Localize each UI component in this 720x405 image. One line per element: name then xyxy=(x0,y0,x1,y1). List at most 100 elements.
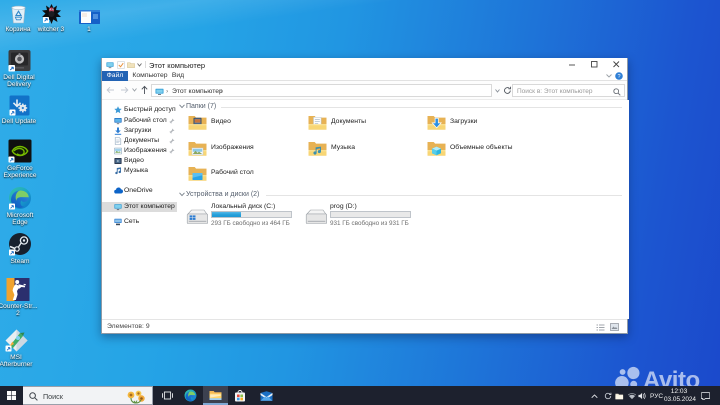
pin-icon xyxy=(169,148,175,154)
group-header-drives[interactable]: Устройства и диски (2) xyxy=(177,191,629,199)
folder-tile-documents[interactable]: Документы xyxy=(308,114,418,131)
desktop-icon-msi-afterburner[interactable]: MSI Afterburner xyxy=(0,329,40,368)
desktop-icon-dell-digital-delivery[interactable]: Dell Digital Delivery xyxy=(0,49,43,88)
sync-icon[interactable] xyxy=(604,392,612,400)
search-icon[interactable] xyxy=(613,88,621,96)
documents-icon xyxy=(114,137,122,145)
group-rule xyxy=(221,107,622,108)
clock[interactable]: 12:03 03.05.2024 xyxy=(664,388,696,404)
desktop-icon-label-group: Steam xyxy=(0,258,44,265)
nav-item-pictures[interactable]: Изображения xyxy=(102,146,177,156)
nav-item-documents[interactable]: Документы xyxy=(102,136,177,146)
qat-separator xyxy=(145,61,146,68)
desktop-icon-label: Afterburner xyxy=(0,361,33,368)
folder-tile-pictures[interactable]: Изображения xyxy=(188,140,298,157)
taskbar-store-button[interactable] xyxy=(228,386,251,405)
desktop-icon-label: GeForce xyxy=(7,165,33,172)
desktop-icon-label: Steam xyxy=(10,258,30,265)
taskbar-explorer-button[interactable] xyxy=(203,386,228,405)
maximize-button[interactable] xyxy=(583,58,605,71)
breadcrumb-separator[interactable]: › xyxy=(220,88,222,95)
qat-dropdown-icon[interactable] xyxy=(137,63,142,67)
breadcrumb-separator: › xyxy=(166,88,169,95)
taskbar-edge-button[interactable] xyxy=(179,386,202,405)
group-rule xyxy=(266,194,622,196)
desktop-icon-counter-strike-2[interactable]: Counter-Str... 2 xyxy=(0,278,42,317)
start-button[interactable] xyxy=(0,386,23,405)
up-icon[interactable] xyxy=(140,85,149,95)
downloads-icon xyxy=(114,127,122,135)
desktop-icon-label: Experience xyxy=(3,172,37,179)
nav-item-onedrive[interactable]: OneDrive xyxy=(102,186,177,196)
close-button[interactable] xyxy=(605,58,627,71)
drive-tile-d[interactable]: prog (D:) 931 ГБ свободно из 931 ГБ xyxy=(305,203,420,228)
details-view-icon[interactable] xyxy=(596,324,605,331)
hidden-icons-chevron-icon[interactable] xyxy=(591,393,598,399)
minimize-button[interactable] xyxy=(561,58,583,71)
desktop-icon-label-group: Microsoft Edge xyxy=(0,212,44,226)
desktop-icon-geforce-experience[interactable]: GeForce Experience xyxy=(0,139,44,179)
group-header-folders[interactable]: Папки (7) xyxy=(177,103,629,111)
back-icon[interactable] xyxy=(106,86,115,94)
desktop-icon-label: Counter-Str... xyxy=(0,303,38,310)
address-toolbar: › Этот компьютер › Поиск в: Этот компьют… xyxy=(102,81,627,100)
desktop-icon-label-group: 1 xyxy=(65,26,113,33)
desktop-icon-steam[interactable]: Steam xyxy=(0,232,44,265)
nav-item-this-pc[interactable]: Этот компьютер xyxy=(102,201,177,212)
language-indicator[interactable]: РУС xyxy=(650,393,663,400)
search-highlights-flowers-icon[interactable] xyxy=(125,389,147,404)
refresh-icon[interactable] xyxy=(503,86,512,95)
taskbar-mail-button[interactable] xyxy=(254,386,279,405)
folder-tile-downloads[interactable]: Загрузки xyxy=(427,114,537,131)
nav-item-quick-access[interactable]: Быстрый доступ xyxy=(102,105,177,115)
nav-item-music[interactable]: Музыка xyxy=(102,166,177,176)
folder-tile-desktop[interactable]: Рабочий стол xyxy=(188,165,298,182)
new-folder-icon[interactable] xyxy=(127,61,135,69)
drive-usage-bar xyxy=(330,211,411,218)
network-icon[interactable] xyxy=(628,392,636,400)
forward-icon[interactable] xyxy=(120,86,129,94)
recent-locations-icon[interactable] xyxy=(132,88,137,92)
desktop-icon-label-group: GeForce Experience xyxy=(0,165,44,179)
nav-item-network[interactable]: Сеть xyxy=(102,217,177,227)
nav-item-downloads[interactable]: Загрузки xyxy=(102,126,177,136)
folder-tile-music[interactable]: Музыка xyxy=(308,140,418,157)
files-area: Папки (7) Видео Документы Загрузки Изобр… xyxy=(177,100,629,319)
network-icon xyxy=(114,218,122,226)
folder-tile-videos[interactable]: Видео xyxy=(188,114,298,131)
3d-objects-folder-icon xyxy=(427,141,446,156)
volume-icon[interactable] xyxy=(638,392,646,400)
folder-tray-icon[interactable] xyxy=(615,393,624,400)
title-bar[interactable]: Этот компьютер xyxy=(102,58,627,71)
desktop-icon-label: Edge xyxy=(12,219,28,226)
taskbar-search-box[interactable]: Поиск xyxy=(23,386,153,405)
tab-computer[interactable]: Компьютер xyxy=(132,71,168,81)
folder-tile-3d-objects[interactable]: Объемные объекты xyxy=(427,140,547,157)
desktop-icon-label: MSI xyxy=(10,354,22,361)
collapse-group-icon[interactable] xyxy=(179,104,185,109)
nav-item-desktop[interactable]: Рабочий стол xyxy=(102,116,177,126)
taskbar: Поиск РУС 12:03 03.05.2024 xyxy=(0,386,720,405)
action-center-icon[interactable] xyxy=(701,391,710,401)
dell-digital-delivery-icon xyxy=(8,50,30,72)
search-box[interactable]: Поиск в: Этот компьютер xyxy=(512,84,625,97)
help-icon[interactable]: ? xyxy=(615,72,623,80)
drive-tile-c[interactable]: Локальный диск (C:) 293 ГБ свободно из 4… xyxy=(186,203,301,228)
desktop-icon-dell-update[interactable]: Dell Update xyxy=(0,95,43,125)
tab-view[interactable]: Вид xyxy=(168,71,188,81)
address-bar[interactable]: › Этот компьютер › xyxy=(151,84,492,97)
properties-icon[interactable] xyxy=(117,61,125,69)
tab-file[interactable]: Файл xyxy=(102,71,128,81)
expand-ribbon-icon[interactable] xyxy=(606,74,612,78)
desktop-icon xyxy=(114,117,122,124)
task-view-button[interactable] xyxy=(156,386,179,405)
desktop-icon-microsoft-edge[interactable]: Microsoft Edge xyxy=(0,186,44,226)
desktop-icon-file-1[interactable]: 1 xyxy=(65,10,113,33)
pin-icon xyxy=(169,138,175,144)
large-icons-view-icon[interactable] xyxy=(610,323,619,331)
address-dropdown-icon[interactable] xyxy=(495,88,500,93)
nav-item-videos[interactable]: Видео xyxy=(102,156,177,166)
collapse-group-icon[interactable] xyxy=(179,192,185,197)
onedrive-cloud-icon xyxy=(114,187,123,194)
breadcrumb[interactable]: Этот компьютер xyxy=(172,88,223,95)
